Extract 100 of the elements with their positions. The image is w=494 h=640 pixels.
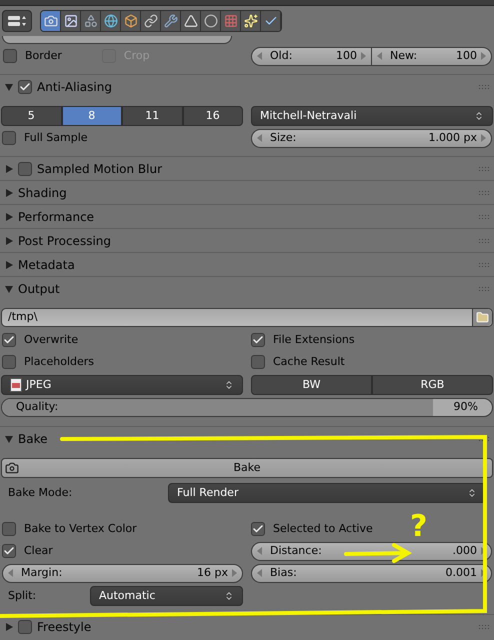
dropdown[interactable]: JPEG <box>1 375 243 395</box>
checkbox[interactable] <box>2 333 16 347</box>
camera-icon <box>5 461 19 475</box>
checkbox[interactable] <box>18 80 32 94</box>
collapsed-triangle-icon[interactable] <box>5 188 13 196</box>
up-down-arrows-icon <box>224 591 234 601</box>
path-field[interactable]: /tmp\ <box>1 308 493 327</box>
checkbox[interactable] <box>18 620 32 634</box>
left-arrow-icon[interactable] <box>257 547 262 555</box>
panel-title[interactable]: Performance <box>18 208 474 226</box>
up-down-arrows-icon <box>474 111 484 121</box>
globe-icon <box>104 14 118 28</box>
right-arrow-icon[interactable] <box>481 134 486 142</box>
properties-tab[interactable] <box>201 11 221 31</box>
right-arrow-icon[interactable] <box>232 569 237 577</box>
number-field[interactable]: Margin: 16 px <box>2 564 243 582</box>
panel-title[interactable]: Sampled Motion Blur <box>37 160 474 178</box>
number-field[interactable]: Old: 100 <box>251 46 372 66</box>
right-arrow-icon[interactable] <box>361 52 366 60</box>
panel-title[interactable]: Output <box>18 280 474 298</box>
collapsed-triangle-icon[interactable] <box>5 164 13 172</box>
properties-tab[interactable] <box>161 11 181 31</box>
wrench-icon <box>164 14 178 28</box>
camera-icon <box>44 14 58 28</box>
left-arrow-icon[interactable] <box>377 52 382 60</box>
properties-tab[interactable] <box>41 11 61 31</box>
collapsed-triangle-icon[interactable] <box>5 260 13 268</box>
checkbox-label: Clear <box>24 542 53 559</box>
shapes-icon <box>84 14 98 28</box>
bake-button[interactable]: Bake <box>1 458 493 478</box>
left-arrow-icon[interactable] <box>257 134 262 142</box>
properties-tab[interactable] <box>81 11 101 31</box>
expanded-triangle-icon[interactable] <box>5 434 13 442</box>
right-arrow-icon[interactable] <box>481 569 486 577</box>
sample-count-button[interactable]: 5 <box>1 106 62 126</box>
number-field[interactable]: Size: 1.000 px <box>251 128 492 148</box>
sample-count-button[interactable]: 11 <box>122 106 182 126</box>
left-arrow-icon[interactable] <box>257 569 262 577</box>
properties-tab[interactable] <box>141 11 161 31</box>
number-field[interactable]: Distance: .000 <box>251 542 492 560</box>
properties-tab[interactable] <box>261 11 281 31</box>
panel-title[interactable]: Post Processing <box>18 232 474 250</box>
field-label: Bake Mode: <box>8 484 74 501</box>
checkbox-label: Border <box>25 48 62 64</box>
checkbox-label: Cache Result <box>273 354 345 370</box>
quality-slider[interactable]: Quality: 90% <box>1 398 493 417</box>
panel-title[interactable]: Anti-Aliasing <box>37 78 474 96</box>
sample-count-button[interactable]: 16 <box>182 106 243 126</box>
image-icon <box>64 14 78 28</box>
color-mode-button[interactable]: BW <box>251 375 372 395</box>
expanded-triangle-icon[interactable] <box>5 284 13 292</box>
properties-tab[interactable] <box>121 11 141 31</box>
number-field[interactable]: Bias: 0.001 <box>251 564 492 582</box>
dropdown[interactable]: Automatic <box>90 586 243 606</box>
panel-title[interactable]: Freestyle <box>37 618 474 636</box>
field-label: Split: <box>8 588 38 604</box>
left-arrow-icon[interactable] <box>257 52 262 60</box>
sample-count-button[interactable]: 8 <box>62 106 122 126</box>
panel-title[interactable]: Metadata <box>18 256 474 274</box>
checkbox[interactable] <box>2 355 16 369</box>
checkbox-label: Overwrite <box>24 332 78 348</box>
checkbox[interactable] <box>2 544 16 558</box>
properties-tab[interactable] <box>61 11 81 31</box>
collapsed-triangle-icon[interactable] <box>5 212 13 220</box>
right-arrow-icon[interactable] <box>481 547 486 555</box>
properties-tab[interactable] <box>101 11 121 31</box>
checkbox[interactable] <box>18 162 32 176</box>
checkbox[interactable] <box>251 522 265 536</box>
cube-icon <box>124 14 138 28</box>
up-down-arrows-icon <box>224 380 234 390</box>
properties-tab[interactable] <box>181 11 201 31</box>
sparkles-icon <box>244 14 258 28</box>
dropdown[interactable]: Full Render <box>168 483 486 503</box>
number-field[interactable]: New: 100 <box>372 46 492 66</box>
dropdown[interactable]: Mitchell-Netravali <box>251 106 493 126</box>
checker-icon <box>224 14 238 28</box>
right-arrow-icon[interactable] <box>481 52 486 60</box>
color-mode-button[interactable]: RGB <box>372 375 493 395</box>
image-file-icon <box>10 378 22 392</box>
checkbox[interactable] <box>2 131 16 145</box>
list-icon <box>7 14 27 28</box>
checkbox-label: Placeholders <box>24 354 94 370</box>
collapsed-triangle-icon[interactable] <box>5 622 13 630</box>
annotation-question-mark: ? <box>410 512 428 542</box>
left-arrow-icon[interactable] <box>8 569 13 577</box>
collapsed-triangle-icon[interactable] <box>5 236 13 244</box>
panel-title[interactable]: Bake <box>18 430 474 448</box>
editor-type-button[interactable] <box>2 10 32 32</box>
folder-icon <box>476 311 489 324</box>
properties-tab[interactable] <box>241 11 261 31</box>
checkbox[interactable] <box>2 522 16 536</box>
link-icon <box>144 14 158 28</box>
panel-title[interactable]: Shading <box>18 184 474 202</box>
up-down-arrows-icon <box>467 488 477 498</box>
checkbox[interactable] <box>251 333 265 347</box>
checkbox[interactable] <box>251 355 265 369</box>
checkbox[interactable] <box>3 49 17 63</box>
expanded-triangle-icon[interactable] <box>5 82 13 90</box>
checkbox-label: Full Sample <box>24 130 88 146</box>
sphere-icon <box>204 14 218 28</box>
